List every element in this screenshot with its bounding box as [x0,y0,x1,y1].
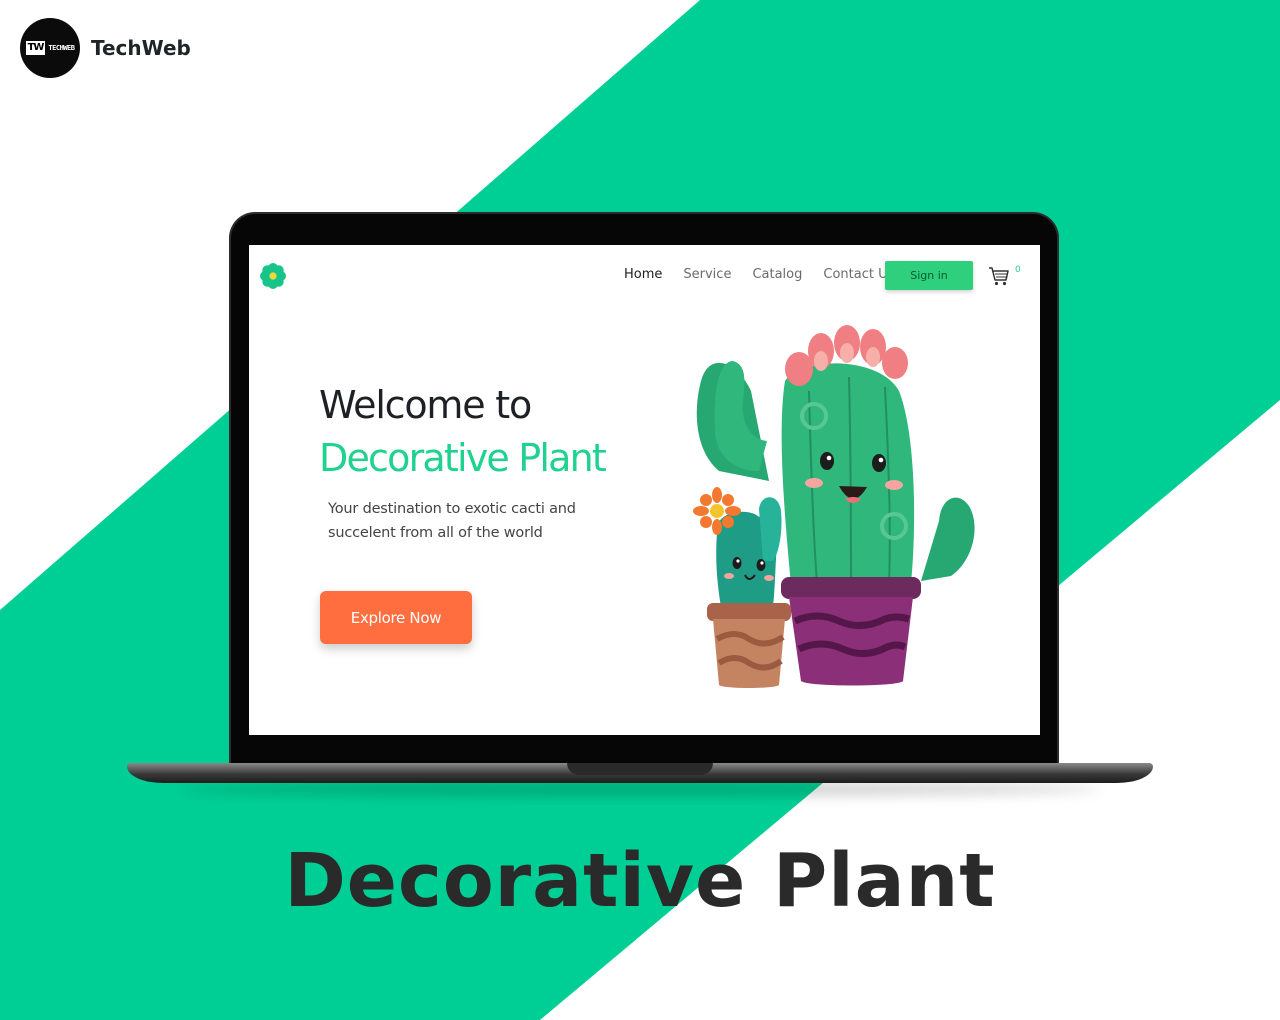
hero-title-highlight: Decorative Plant [319,436,607,480]
caption-title: Decorative Plant [284,838,996,924]
flower-icon[interactable] [260,263,286,289]
nav-service-link[interactable]: Service [683,267,731,282]
brand: TW TECHWEB TechWeb [20,18,191,78]
brand-logo-mark: TW [25,41,46,55]
brand-name: TechWeb [91,36,191,60]
laptop-notch [567,763,713,775]
nav-home-link[interactable]: Home [624,267,662,282]
cart-count-badge: 0 [1015,265,1021,275]
nav-contact-link[interactable]: Contact Us [823,267,894,282]
nav-catalog-link[interactable]: Catalog [752,267,802,282]
hero-title: Welcome to [319,383,532,427]
cart-icon[interactable] [988,265,1010,287]
hero-subtitle: Your destination to exotic cacti and suc… [328,501,576,541]
brand-logo-word: TECHWEB [48,44,75,52]
explore-now-button[interactable]: Explore Now [320,591,472,644]
sign-in-button[interactable]: Sign in [885,261,973,290]
laptop-shadow [180,782,1100,796]
main-nav: Home Service Catalog Contact Us [624,267,894,282]
laptop-screen: Home Service Catalog Contact Us Sign in … [249,245,1040,735]
brand-logo: TW TECHWEB [20,18,80,78]
cactus-illustration [693,325,975,688]
